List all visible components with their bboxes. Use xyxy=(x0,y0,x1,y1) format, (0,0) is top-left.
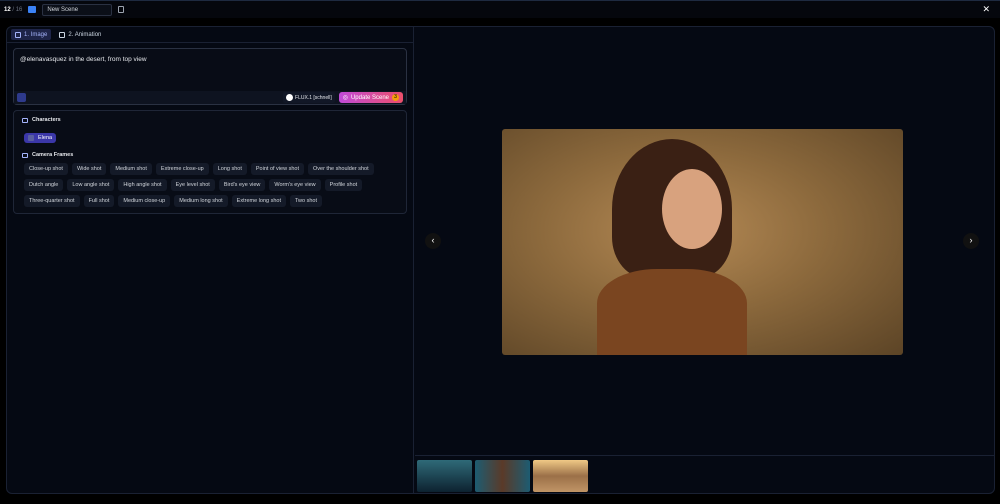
close-icon[interactable]: ✕ xyxy=(982,4,990,15)
prompt-input[interactable]: @elenavasquez in the desert, from top vi… xyxy=(13,48,407,105)
camera-frame-chip[interactable]: Medium shot xyxy=(110,163,152,175)
prompt-text[interactable]: @elenavasquez in the desert, from top vi… xyxy=(14,49,406,70)
save-icon[interactable] xyxy=(17,93,26,102)
top-bar: 12 / 16 New Scene ✕ xyxy=(0,0,1000,18)
camera-frame-chip[interactable]: Three-quarter shot xyxy=(24,195,80,207)
camera-frame-chip[interactable]: Profile shot xyxy=(324,179,363,191)
cost-badge: 3 xyxy=(392,94,399,101)
tab-image[interactable]: 1. Image xyxy=(11,29,52,40)
generated-image xyxy=(502,129,903,355)
thumbnail[interactable] xyxy=(417,460,472,492)
camera-frame-chip[interactable]: Bird's eye view xyxy=(218,179,266,191)
thumbnail[interactable] xyxy=(533,460,588,492)
camera-frame-chip[interactable]: Close-up shot xyxy=(24,163,68,175)
camera-frame-chip[interactable]: Eye level shot xyxy=(170,179,215,191)
trash-icon[interactable] xyxy=(118,6,125,13)
chevron-right-icon[interactable]: › xyxy=(963,233,979,249)
camera-frame-chip[interactable]: Point of view shot xyxy=(250,163,304,175)
model-selector[interactable]: FLUX.1 [schnell] xyxy=(283,92,335,103)
scene-name-input[interactable]: New Scene xyxy=(42,3,113,16)
camera-frame-chip[interactable]: Extreme close-up xyxy=(155,163,209,175)
thumbnail[interactable] xyxy=(475,460,530,492)
options-box: Characters Elena Camera Frames Close-up … xyxy=(13,110,407,214)
camera-frame-chip[interactable]: Full shot xyxy=(83,195,115,207)
tab-label: 2. Animation xyxy=(68,31,102,38)
tab-label: 1. Image xyxy=(24,31,48,38)
camera-frame-chip[interactable]: High angle shot xyxy=(118,179,167,191)
image-icon xyxy=(15,31,21,38)
users-icon xyxy=(22,117,28,123)
camera-frame-chip[interactable]: Low angle shot xyxy=(67,179,115,191)
update-label: Update Scene xyxy=(350,94,389,101)
thumbnail-strip xyxy=(415,455,994,493)
model-label: FLUX.1 [schnell] xyxy=(295,94,332,101)
camera-frame-chip[interactable]: Over the shoulder shot xyxy=(307,163,374,175)
camera-frames-heading: Camera Frames xyxy=(32,152,74,158)
camera-frame-chip[interactable]: Medium long shot xyxy=(174,195,228,207)
chevron-left-icon[interactable]: ‹ xyxy=(425,233,441,249)
total-scenes: / 16 xyxy=(12,6,23,13)
camera-frame-chip[interactable]: Dutch angle xyxy=(24,179,64,191)
preview-panel: ‹ › xyxy=(415,27,994,493)
character-name: Elena xyxy=(38,135,53,141)
tab-animation[interactable]: 2. Animation xyxy=(55,29,105,40)
sparkle-icon: ◎ xyxy=(342,95,348,101)
camera-frame-chip[interactable]: Long shot xyxy=(212,163,247,175)
camera-icon xyxy=(22,152,28,158)
model-icon xyxy=(286,94,294,101)
camera-frame-chip[interactable]: Wide shot xyxy=(71,163,107,175)
character-icon xyxy=(28,135,34,141)
camera-frame-chip[interactable]: Two shot xyxy=(290,195,323,207)
camera-frame-chip[interactable]: Extreme long shot xyxy=(231,195,286,207)
clapperboard-icon xyxy=(28,6,37,13)
film-icon xyxy=(59,31,66,38)
characters-heading: Characters xyxy=(32,117,61,123)
scene-editor: 1. Image 2. Animation @elenavasquez in t… xyxy=(6,26,995,494)
current-scene: 12 xyxy=(4,6,11,13)
camera-frame-chip[interactable]: Worm's eye view xyxy=(269,179,321,191)
left-panel: 1. Image 2. Animation @elenavasquez in t… xyxy=(7,27,414,493)
character-chip[interactable]: Elena xyxy=(24,133,57,143)
camera-frame-chip[interactable]: Medium close-up xyxy=(118,195,171,207)
update-scene-button[interactable]: ◎ Update Scene 3 xyxy=(338,92,403,103)
scene-counter: 12 / 16 xyxy=(4,7,22,13)
